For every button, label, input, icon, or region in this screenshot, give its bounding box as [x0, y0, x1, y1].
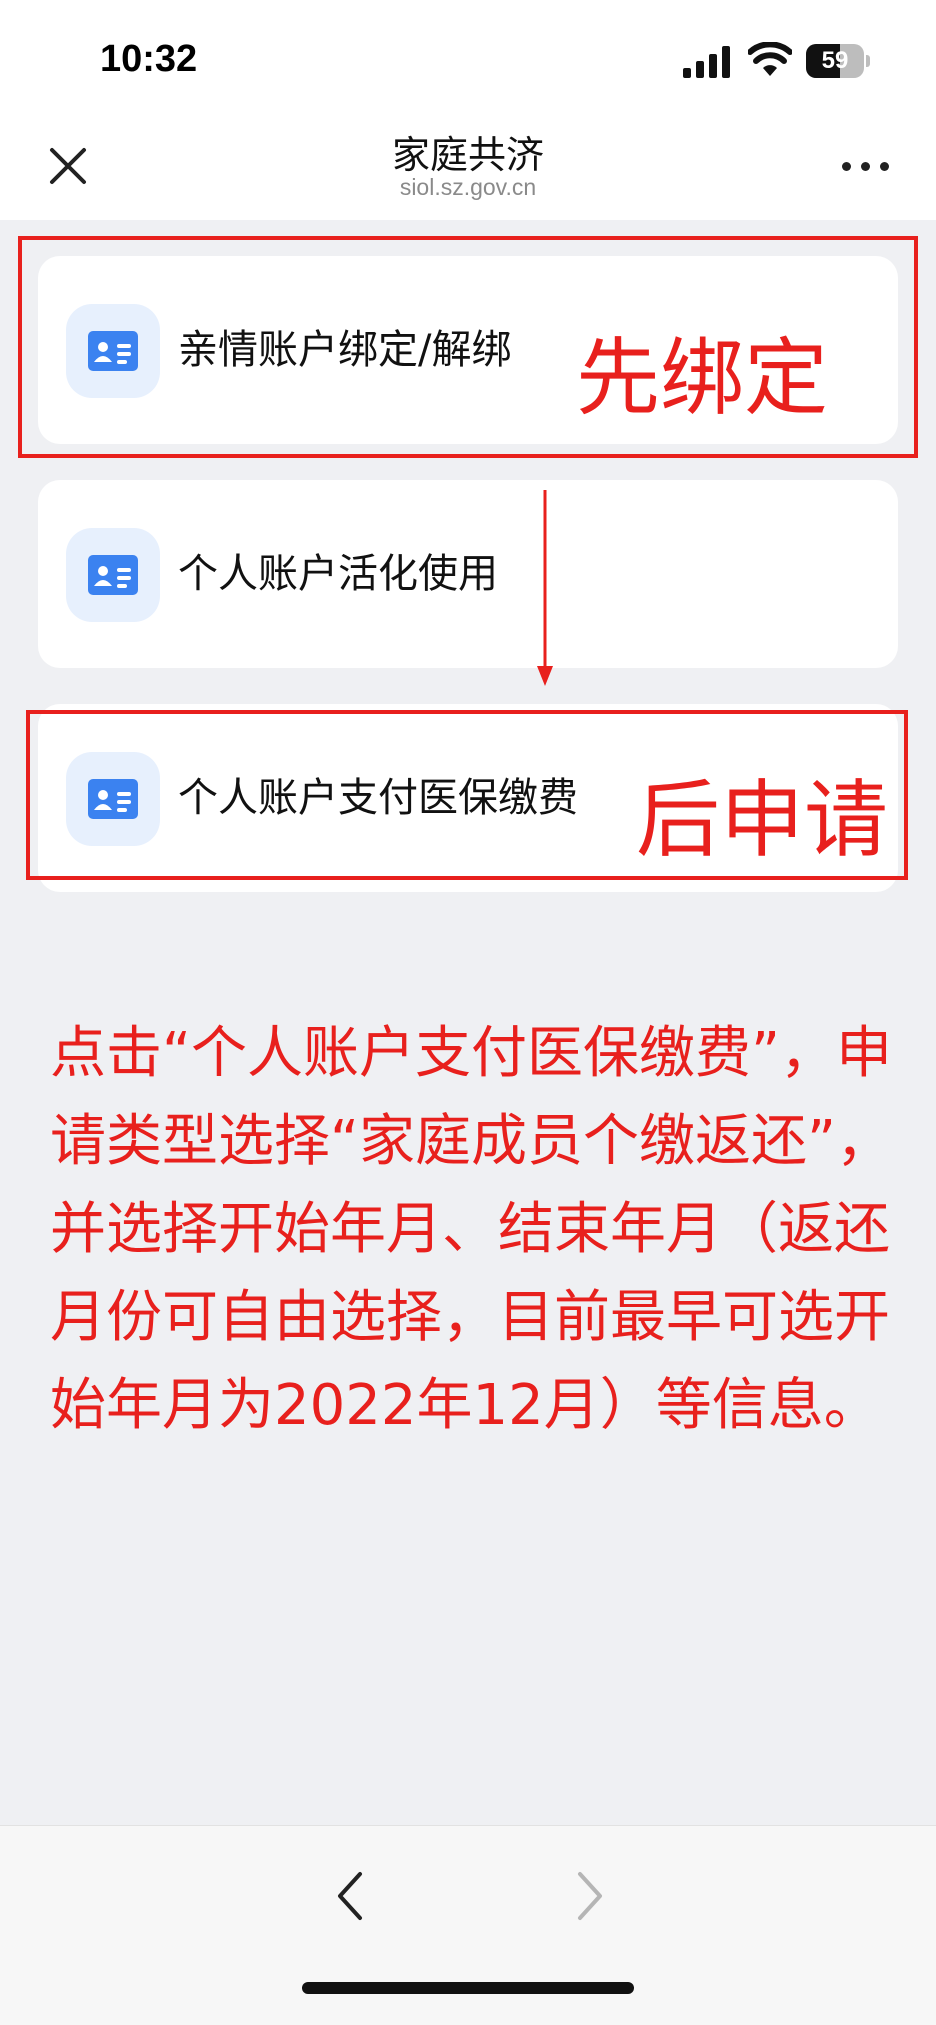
battery-icon: 59	[806, 44, 870, 78]
bottom-toolbar	[0, 1825, 936, 2025]
status-bar: 10:32 59	[0, 0, 936, 110]
id-card-icon	[66, 528, 160, 622]
status-time: 10:32	[100, 38, 198, 80]
signal-icon	[683, 46, 730, 78]
page-title: 家庭共济	[391, 133, 544, 177]
annotation-instruction: 点击“个人账户支付医保缴费”，申请类型选择“家庭成员个缴返还”，并选择开始年月、…	[50, 1021, 893, 1438]
page-domain: siol.sz.gov.cn	[399, 174, 537, 200]
wifi-icon	[748, 42, 792, 76]
annotation-arrow	[537, 490, 553, 686]
more-icon[interactable]	[840, 160, 892, 174]
battery-level-text: 59	[821, 47, 849, 74]
nav-bar: 家庭共济 siol.sz.gov.cn	[0, 110, 936, 220]
chevron-right-icon	[578, 1872, 602, 1920]
annotation-first-step: 先绑定	[576, 329, 829, 427]
menu-item-label: 个人账户活化使用	[178, 551, 498, 597]
annotation-second-step: 后申请	[636, 771, 889, 869]
home-indicator[interactable]	[302, 1982, 634, 1994]
chevron-left-icon[interactable]	[330, 1866, 370, 1926]
menu-item-account-activation[interactable]: 个人账户活化使用	[38, 480, 898, 668]
